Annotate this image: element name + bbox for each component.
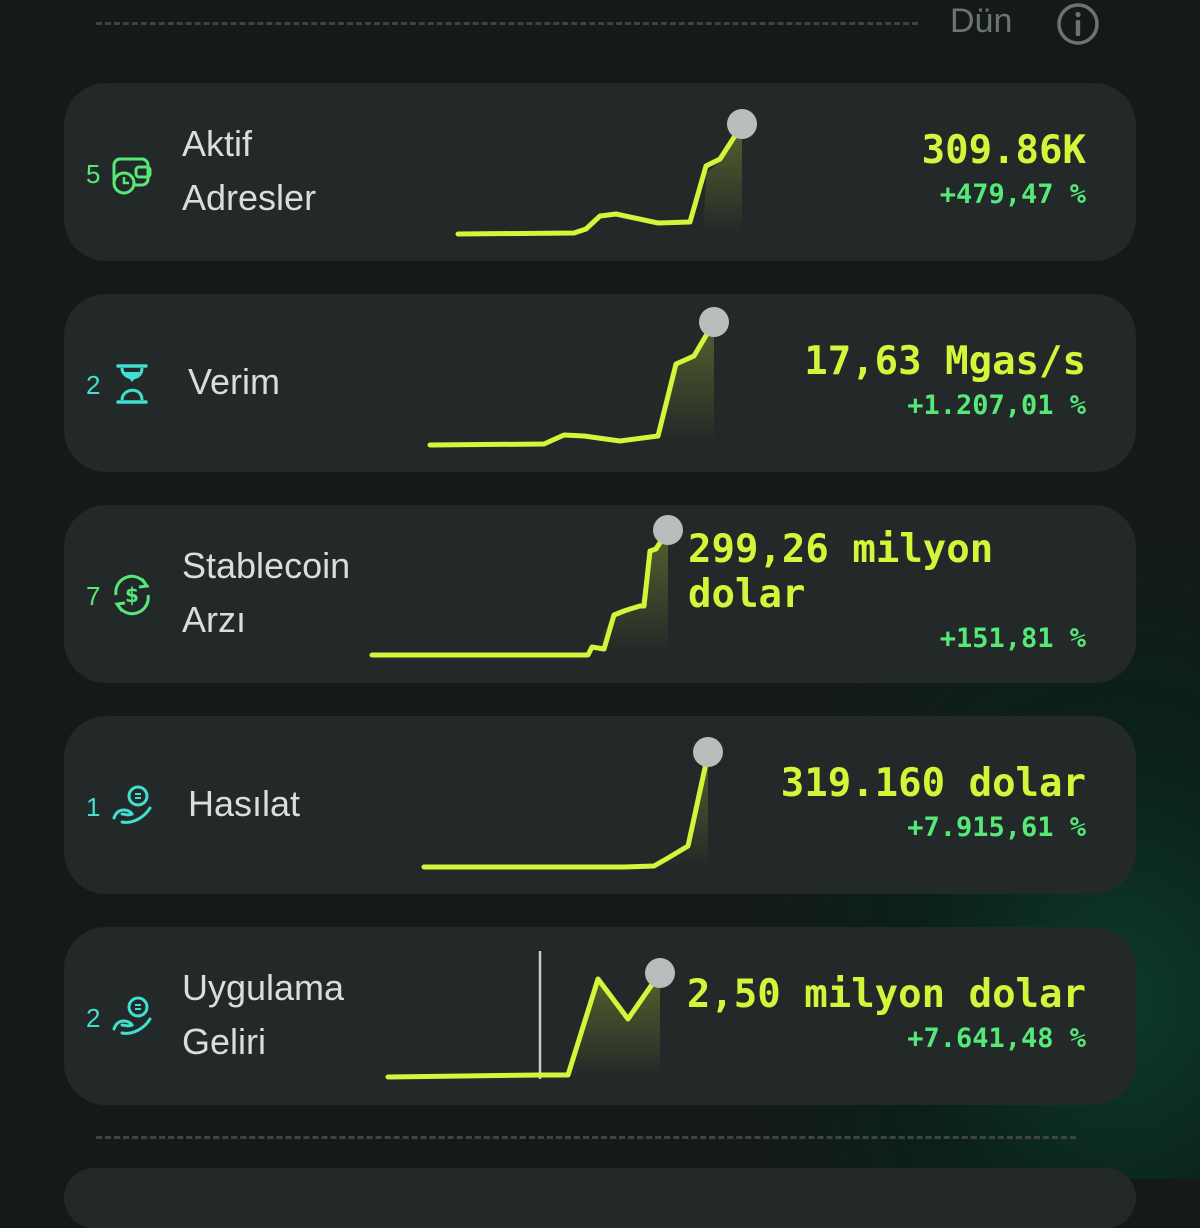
divider <box>96 22 918 25</box>
sparkline-line <box>421 751 711 870</box>
period-label[interactable]: Dün <box>950 2 1012 41</box>
sparkline-endpoint <box>653 515 683 545</box>
metric-change: +1.207,01 % <box>907 390 1086 421</box>
sparkline-area <box>704 125 742 233</box>
metric-card-throughput[interactable]: 2 Verim 17,63 Mgas/s +1.207,01 % <box>64 294 1136 472</box>
header-bar: Dün <box>0 0 1200 60</box>
sparkline-endpoint <box>727 109 757 139</box>
metric-value: 299,26 milyon dolar <box>688 527 994 617</box>
metric-card-app-revenue[interactable]: 2 Uygulama Geliri 2,50 milyon dolar +7.64… <box>64 927 1136 1105</box>
sparkline-endpoint <box>693 737 723 767</box>
sparkline-endpoint <box>645 958 675 988</box>
metric-value: 319.160 dolar <box>780 761 1086 806</box>
sparkline-endpoint <box>699 307 729 337</box>
metric-change: +7.915,61 % <box>907 812 1086 843</box>
metric-change: +479,47 % <box>939 179 1086 210</box>
metric-card-revenue[interactable]: 1 Hasılat 319.160 dolar +7.915,61 % <box>64 716 1136 894</box>
sparkline-line <box>455 122 745 237</box>
info-icon[interactable] <box>1056 2 1100 46</box>
metric-value: 17,63 Mgas/s <box>804 339 1086 384</box>
divider <box>96 1136 1076 1139</box>
metric-card-stablecoin-supply[interactable]: 7 $ Stablecoin Arzı 299,26 milyon dolar +1… <box>64 505 1136 683</box>
metric-card-active-addresses[interactable]: 5 Aktif Adresler 309.86K +479,47 % <box>64 83 1136 261</box>
metric-value: 2,50 milyon dolar <box>686 972 1086 1017</box>
metric-change: +7.641,48 % <box>907 1023 1086 1054</box>
metric-change: +151,81 % <box>939 623 1086 654</box>
metric-value: 309.86K <box>921 128 1086 173</box>
metric-card-partial[interactable] <box>64 1168 1136 1228</box>
